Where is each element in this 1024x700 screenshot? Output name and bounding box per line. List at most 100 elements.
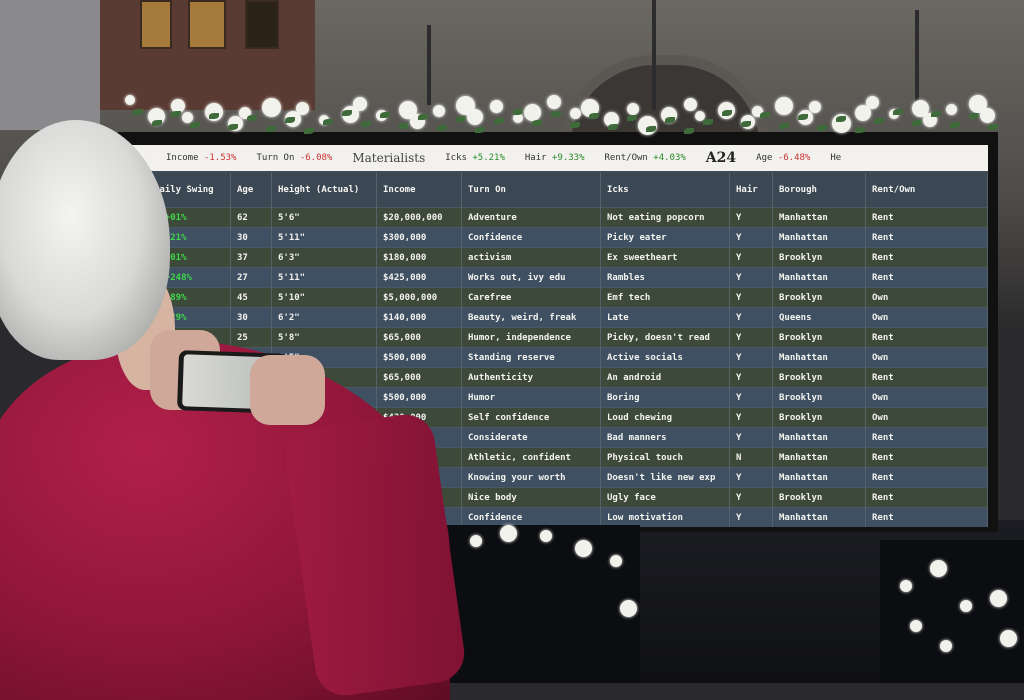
leaf [532,120,542,126]
white-flower [930,560,947,577]
table-cell: Works out, ivy edu [461,267,601,288]
table-row: ▲ +21% 30 5'11" $300,000 Confidence Picky eat… [148,227,988,248]
table-cell: N [729,447,773,468]
leaf [323,119,333,125]
table-cell: Brooklyn [772,367,866,388]
leaf [855,127,865,133]
table-cell: activism [461,247,601,268]
table-cell: Late [600,307,730,328]
leaf [342,110,352,116]
white-flower [467,109,483,125]
table-cell: Bad manners [600,427,730,448]
table-cell: Brooklyn [772,247,866,268]
white-flower [547,95,561,109]
table-cell: Y [729,427,773,448]
table-cell: 5'6" [271,207,377,228]
white-flower [775,97,793,115]
table-cell: Rent [865,247,988,268]
table-cell: Y [729,467,773,488]
table-cell: Y [729,307,773,328]
table-cell: An android [600,367,730,388]
white-flower [809,101,821,113]
window [245,0,279,49]
table-cell: 37 [230,247,272,268]
white-flower [575,540,592,557]
white-flower [1000,630,1017,647]
table-cell: Y [729,247,773,268]
table-cell: $425,000 [376,267,462,288]
leaf [722,110,732,116]
table-cell: $65,000 [376,327,462,348]
table-cell: $140,000 [376,307,462,328]
leaf [893,109,903,115]
ticker-item: Rent/Own +4.03% [604,153,686,163]
table-cell: $5,000,000 [376,287,462,308]
table-cell: Y [729,287,773,308]
table-cell: Ugly face [600,487,730,508]
table-cell: Rent [865,227,988,248]
leaf [304,128,314,134]
table-row: ▲ +01% 37 6'3" $180,000 activism Ex sweethear… [148,247,988,268]
table-cell: Manhattan [772,207,866,228]
brand-wordmark: Materialists [352,151,426,165]
table-row: ▲ +248% 27 5'11" $425,000 Works out, ivy edu… [148,267,988,288]
table-cell: Y [729,367,773,388]
white-flower [960,600,972,612]
table-cell: Rent [865,487,988,508]
white-flower [540,530,552,542]
table-cell: Brooklyn [772,487,866,508]
table-cell: 5'11" [271,267,377,288]
leaf [399,123,409,129]
table-row: ▲ +29%306'2"$140,000Beauty, weird, freak… [148,307,988,328]
white-flower [470,535,482,547]
leaf [456,116,466,122]
table-cell: Humor [461,387,601,408]
table-row: ▲ +546%255'8"$65,000Humor, independenceP… [148,327,988,348]
white-flower [627,103,639,115]
col-header: Hair [729,173,773,208]
flagpole [427,25,431,105]
table-cell: 62 [230,207,272,228]
table-cell: Brooklyn [772,327,866,348]
white-flower [980,108,995,123]
table-cell: Picky, doesn't read [600,327,730,348]
stone-pillar [0,0,100,130]
table-cell: 5'10" [271,287,377,308]
right-hand [250,355,325,425]
white-flower [610,555,622,567]
table-cell: Knowing your worth [461,467,601,488]
table-cell: Rent [865,267,988,288]
white-flower [125,95,135,105]
leaf [190,122,200,128]
table-cell: Rent [865,207,988,228]
table-cell: Considerate [461,427,601,448]
ticker-item: Icks +5.21% [445,153,505,163]
leaf [798,114,808,120]
ticker-tail: He [830,153,842,163]
table-cell: Manhattan [772,227,866,248]
white-flower [940,640,952,652]
white-flower [990,590,1007,607]
table-cell: Brooklyn [772,287,866,308]
brick-facade [100,0,315,110]
ticker-item: Income -1.53% [166,153,237,163]
table-cell: Doesn't like new exp [600,467,730,488]
table-cell: Own [865,287,988,308]
table-cell: Manhattan [772,467,866,488]
window [188,0,226,49]
leaf [836,116,846,122]
table-cell: Humor, independence [461,327,601,348]
table-cell: Own [865,307,988,328]
white-flower [182,112,193,123]
col-header: Age [230,173,272,208]
leaf [608,124,618,130]
flagpole [915,10,919,105]
table-cell: $65,000 [376,367,462,388]
table-cell: 6'3" [271,247,377,268]
table-cell: Adventure [461,207,601,228]
table-cell: Confidence [461,227,601,248]
table-cell: Rent [865,447,988,468]
flagpole [652,0,656,110]
ticker-item: Turn On -6.08% [256,153,333,163]
table-cell: Rambles [600,267,730,288]
